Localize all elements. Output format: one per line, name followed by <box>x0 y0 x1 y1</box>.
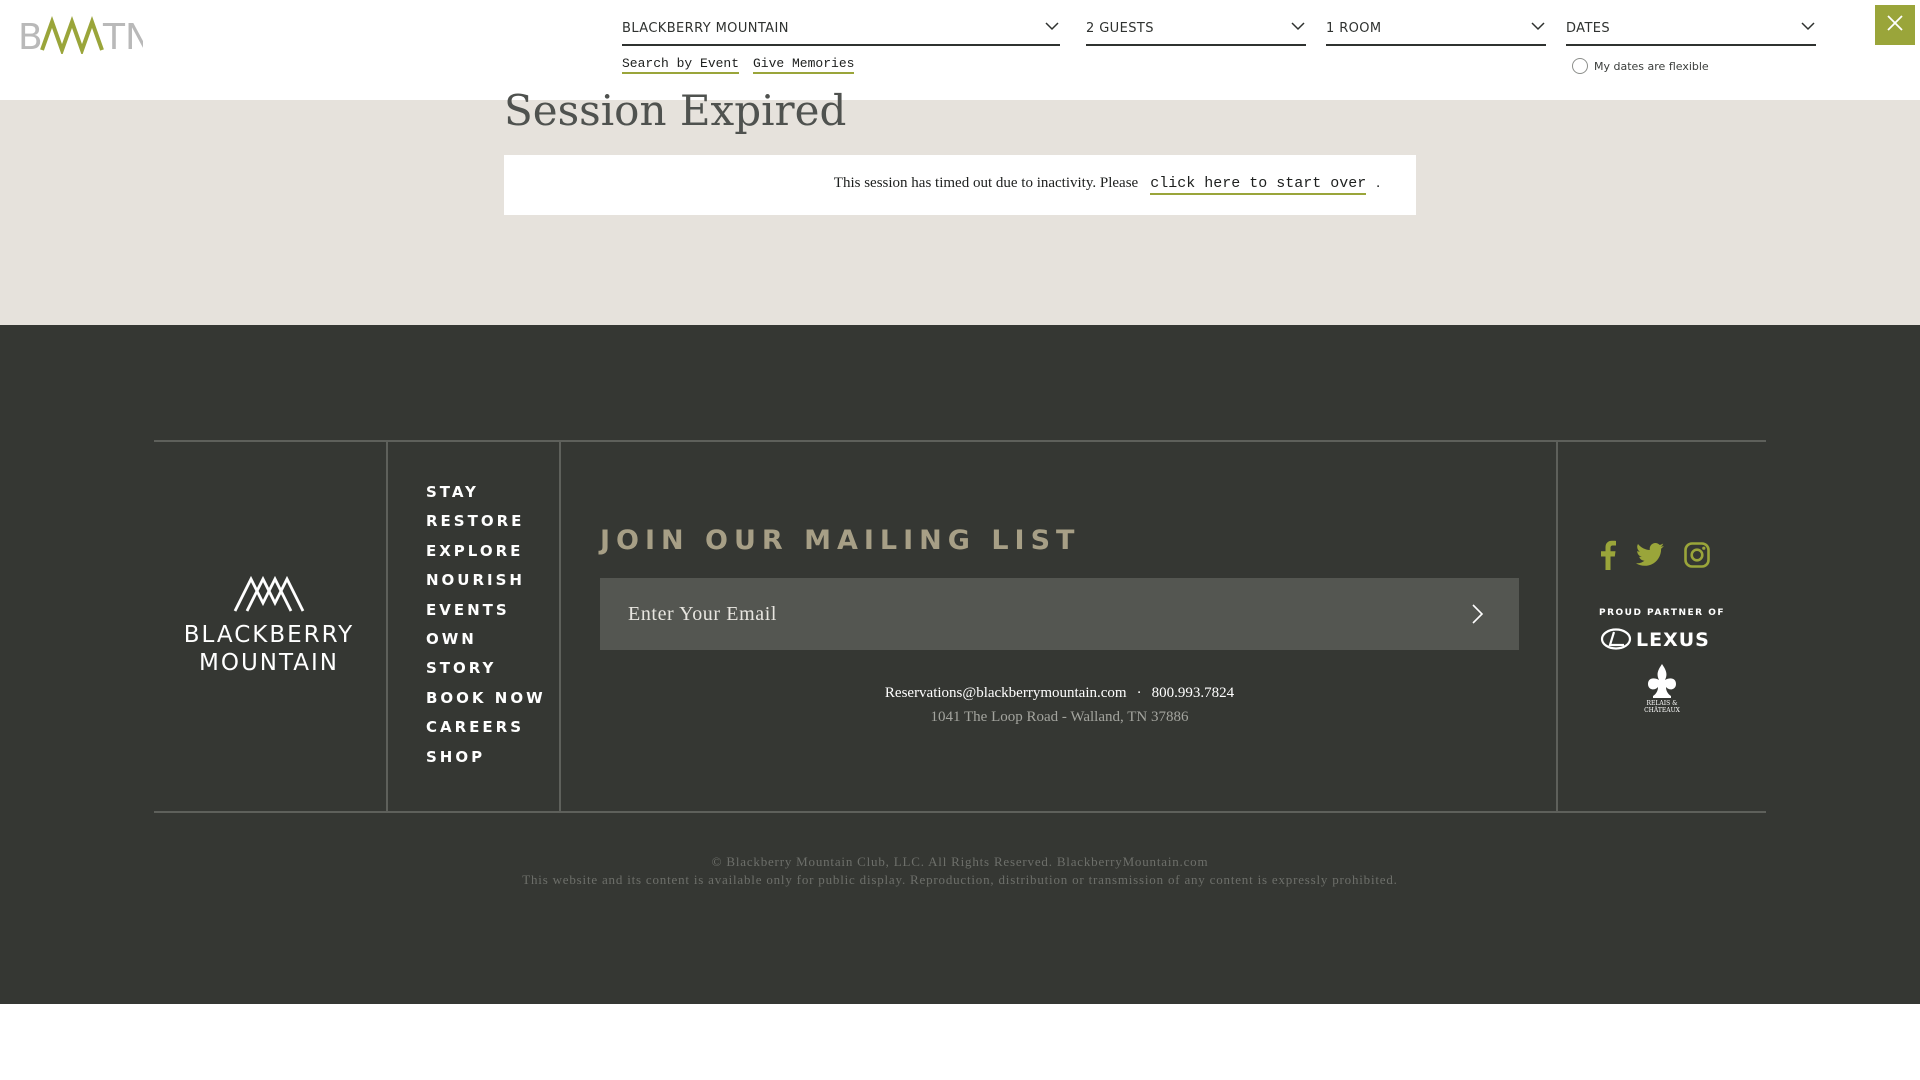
footer-divider-bottom <box>154 811 1766 813</box>
svg-text:B: B <box>18 17 43 54</box>
reservations-email-link[interactable]: Reservations@blackberrymountain.com <box>885 685 1127 701</box>
footer-nav-own[interactable]: OWN <box>426 625 546 654</box>
close-icon <box>1886 14 1904 37</box>
site-header: B TN BLACKBERRY MOUNTAIN 2 GUESTS 1 ROOM… <box>0 0 1920 100</box>
brand-name-line1: BLACKBERRY <box>183 622 355 648</box>
chevron-down-icon <box>1044 18 1060 34</box>
social-links <box>1600 540 1730 575</box>
destination-select[interactable]: BLACKBERRY MOUNTAIN <box>622 16 1060 46</box>
site-logo[interactable]: B TN <box>18 16 152 58</box>
address-text: 1041 The Loop Road - Walland, TN 37886 <box>930 709 1189 725</box>
dates-select[interactable]: DATES <box>1566 16 1816 46</box>
footer-divider <box>386 440 388 813</box>
footer-nav-nourish[interactable]: NOURISH <box>426 566 546 595</box>
contact-separator: · <box>1136 685 1142 701</box>
dates-value: DATES <box>1566 21 1611 36</box>
site-footer: BLACKBERRY MOUNTAIN STAY RESTORE EXPLORE… <box>0 325 1920 1004</box>
footer-brand[interactable]: BLACKBERRY MOUNTAIN <box>154 575 384 677</box>
chevron-down-icon <box>1290 18 1306 34</box>
svg-text:RELAIS &: RELAIS & <box>1647 700 1679 707</box>
footer-divider <box>1556 440 1558 813</box>
footer-nav-careers[interactable]: CAREERS <box>426 713 546 742</box>
main-content: Session Expired This session has timed o… <box>0 86 1920 325</box>
footer-nav-events[interactable]: EVENTS <box>426 596 546 625</box>
start-over-link[interactable]: click here to start over <box>1150 175 1367 195</box>
svg-text:LEXUS: LEXUS <box>1636 629 1710 651</box>
twitter-icon[interactable] <box>1636 543 1664 572</box>
footer-nav-shop[interactable]: SHOP <box>426 743 546 772</box>
guests-value: 2 GUESTS <box>1086 21 1154 36</box>
page-title: Session Expired <box>504 86 847 135</box>
session-message-end: . <box>1376 175 1380 191</box>
footer-divider <box>559 440 561 813</box>
mailing-list-form <box>600 578 1519 650</box>
svg-text:TN: TN <box>102 17 143 54</box>
footer-nav-stay[interactable]: STAY <box>426 478 546 507</box>
svg-text:CHÂTEAUX: CHÂTEAUX <box>1644 707 1681 714</box>
session-message-text: This session has timed out due to inacti… <box>833 175 1139 191</box>
partner-label: PROUD PARTNER OF <box>1598 608 1726 618</box>
email-input[interactable] <box>600 578 1440 650</box>
footer-nav-restore[interactable]: RESTORE <box>426 507 546 536</box>
rooms-value: 1 ROOM <box>1326 21 1382 36</box>
contact-info: Reservations@blackberrymountain.com · 800.… <box>600 685 1519 702</box>
flexible-dates-radio[interactable] <box>1572 58 1588 74</box>
rooms-select[interactable]: 1 ROOM <box>1326 16 1546 46</box>
guests-select[interactable]: 2 GUESTS <box>1086 16 1306 46</box>
footer-divider-top <box>154 440 1766 442</box>
footer-nav-book-now[interactable]: BOOK NOW <box>426 684 546 713</box>
facebook-icon[interactable] <box>1600 540 1616 575</box>
mailing-list-heading: JOIN OUR MAILING LIST <box>600 525 1081 556</box>
disclaimer-text: This website and its content is availabl… <box>522 872 1398 887</box>
lexus-logo-icon[interactable]: LEXUS <box>1600 627 1724 656</box>
chevron-down-icon <box>1530 18 1546 34</box>
instagram-icon[interactable] <box>1684 542 1710 573</box>
relais-chateaux-logo-icon[interactable]: RELAIS & CHÂTEAUX <box>1637 662 1687 719</box>
footer-nav-explore[interactable]: EXPLORE <box>426 537 546 566</box>
submit-arrow-icon[interactable] <box>1465 602 1489 626</box>
flexible-dates-option[interactable]: My dates are flexible <box>1572 58 1709 74</box>
page-bottom <box>0 1004 1920 1080</box>
copyright-text: © Blackberry Mountain Club, LLC. All Rig… <box>711 854 1209 869</box>
session-message: This session has timed out due to inacti… <box>834 175 1380 195</box>
mountain-logo-icon <box>154 575 384 613</box>
flexible-dates-label: My dates are flexible <box>1594 59 1709 73</box>
close-button[interactable] <box>1875 5 1915 45</box>
give-memories-link[interactable]: Give Memories <box>753 56 855 74</box>
session-message-box: This session has timed out due to inacti… <box>504 155 1416 215</box>
destination-value: BLACKBERRY MOUNTAIN <box>622 21 789 36</box>
footer-nav-story[interactable]: STORY <box>426 654 546 683</box>
chevron-down-icon <box>1800 18 1816 34</box>
footer-nav: STAY RESTORE EXPLORE NOURISH EVENTS OWN … <box>426 478 546 772</box>
search-by-event-link[interactable]: Search by Event <box>622 56 740 74</box>
brand-name-line2: MOUNTAIN <box>199 650 339 676</box>
phone-link[interactable]: 800.993.7824 <box>1152 685 1235 701</box>
copyright-block: © Blackberry Mountain Club, LLC. All Rig… <box>0 853 1920 889</box>
